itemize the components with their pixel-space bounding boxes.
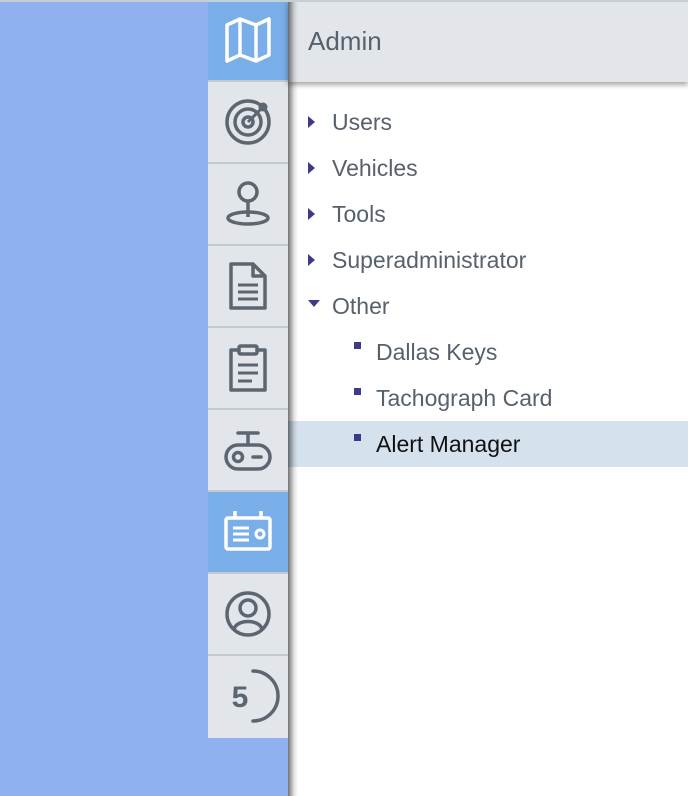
- tree-item-vehicles[interactable]: Vehicles: [288, 145, 688, 191]
- radar-icon: [225, 99, 271, 145]
- caret-down-icon: [308, 300, 320, 307]
- bullet-icon: [354, 388, 361, 395]
- remote-control-icon: [224, 431, 272, 471]
- tree-item-label: Vehicles: [332, 154, 418, 181]
- counter-icon: 5: [232, 669, 280, 723]
- location-pin-button[interactable]: [208, 164, 288, 246]
- radar-button[interactable]: [208, 82, 288, 164]
- tree-item-label: Superadministrator: [332, 246, 527, 273]
- tree-item-dallas-keys[interactable]: Dallas Keys: [288, 329, 688, 375]
- tree-item-label: Other: [332, 292, 390, 319]
- panel-shadow: [288, 0, 298, 796]
- bullet-icon: [354, 342, 361, 349]
- tree-item-label: Alert Manager: [376, 430, 521, 457]
- caret-right-icon: [308, 116, 315, 128]
- counter-value: 5: [232, 681, 249, 714]
- map-button[interactable]: [208, 0, 288, 82]
- map-icon: [225, 17, 271, 63]
- caret-right-icon: [308, 208, 315, 220]
- clipboard-icon: [229, 344, 267, 392]
- caret-right-icon: [308, 162, 315, 174]
- tree-item-label: Users: [332, 108, 393, 135]
- tree-item-other[interactable]: Other: [288, 283, 688, 329]
- tree-item-tachograph-card[interactable]: Tachograph Card: [288, 375, 688, 421]
- top-edge: [0, 0, 688, 2]
- bullet-icon: [354, 434, 361, 441]
- map-area[interactable]: [0, 0, 208, 796]
- admin-button[interactable]: [208, 492, 288, 574]
- tree-item-label: Dallas Keys: [376, 338, 498, 365]
- remote-control-button[interactable]: [208, 410, 288, 492]
- counter-button[interactable]: 5: [208, 656, 288, 736]
- panel-title: Admin: [308, 25, 382, 56]
- tree-item-label: Tools: [332, 200, 386, 227]
- user-button[interactable]: [208, 574, 288, 656]
- tree-item-superadministrator[interactable]: Superadministrator: [288, 237, 688, 283]
- location-pin-icon: [226, 181, 270, 226]
- admin-card-icon: [224, 511, 272, 551]
- tree-item-tools[interactable]: Tools: [288, 191, 688, 237]
- icon-sidebar: 5: [208, 0, 288, 738]
- clipboard-button[interactable]: [208, 328, 288, 410]
- admin-tree: Users Vehicles Tools Superadministrator …: [288, 99, 688, 467]
- tree-item-users[interactable]: Users: [288, 99, 688, 145]
- tree-item-label: Tachograph Card: [376, 384, 553, 411]
- admin-panel: Admin Users Vehicles Tools Superadminist…: [288, 0, 688, 796]
- tree-item-alert-manager[interactable]: Alert Manager: [288, 421, 688, 467]
- document-button[interactable]: [208, 246, 288, 328]
- caret-right-icon: [308, 254, 315, 266]
- document-icon: [229, 262, 267, 310]
- panel-header: Admin: [288, 0, 688, 82]
- user-icon: [225, 591, 271, 637]
